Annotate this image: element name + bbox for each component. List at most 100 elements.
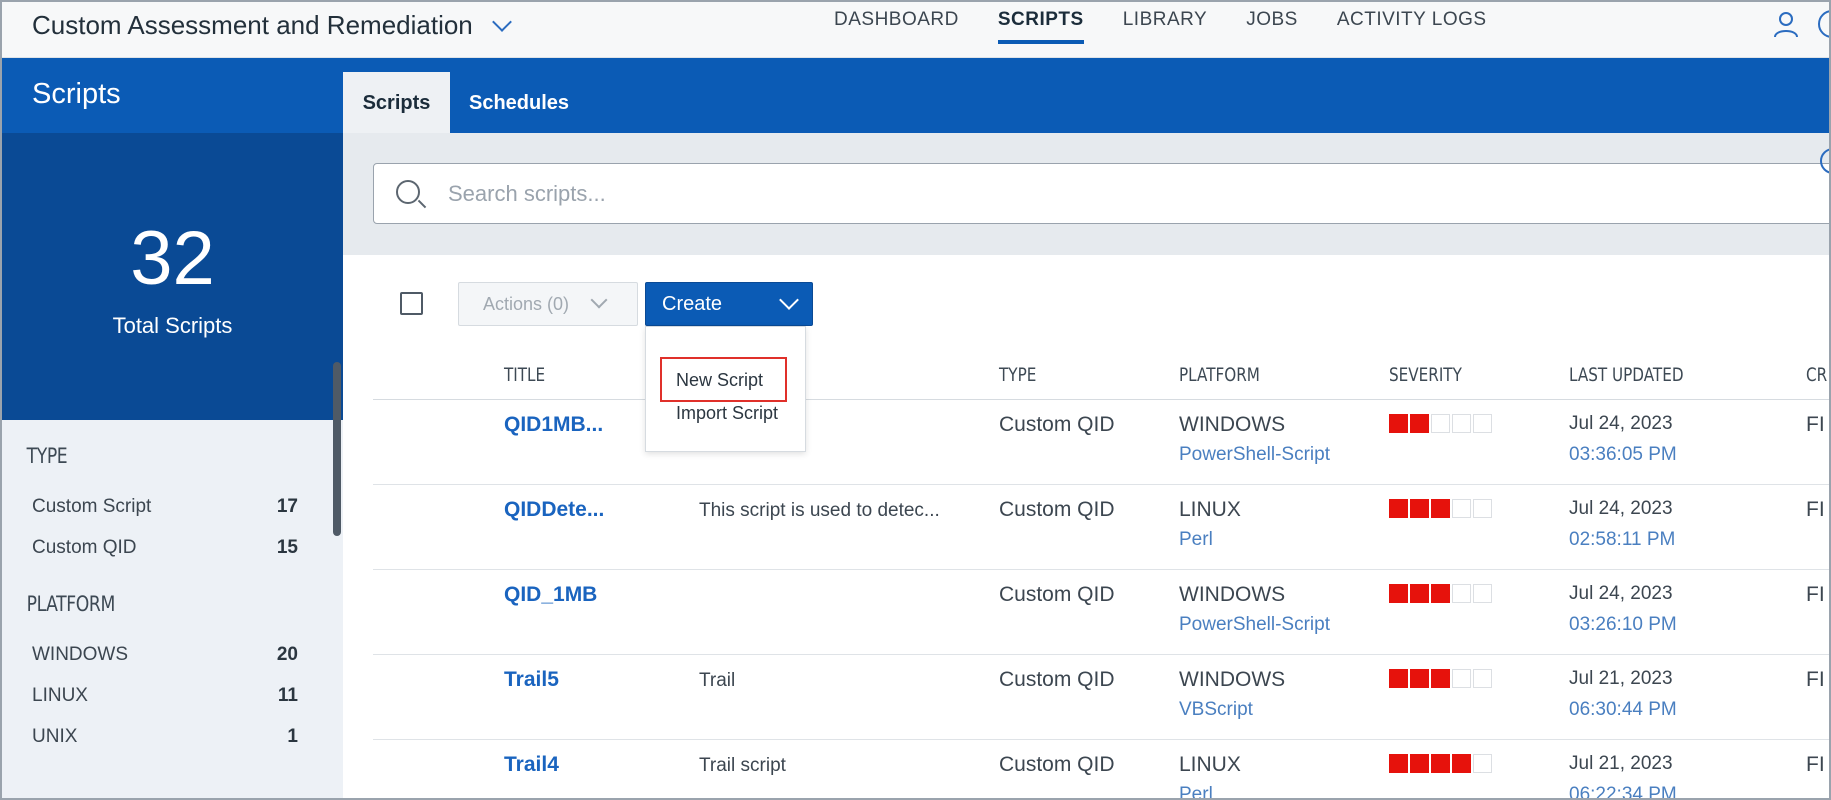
search-box <box>373 163 1831 224</box>
facet-item-custom-script[interactable]: Custom Script 17 <box>2 486 343 527</box>
script-type: Custom QID <box>999 668 1115 691</box>
severity-block <box>1431 754 1450 773</box>
table-row[interactable]: QIDDete... This script is used to detec..… <box>373 485 1831 570</box>
tab-bar: Scripts Schedules <box>343 58 1831 133</box>
menu-item-import-script[interactable]: Import Script <box>676 403 778 424</box>
severity-block <box>1410 414 1429 433</box>
table-header: TITLE TYPE PLATFORM SEVERITY LAST UPDATE… <box>373 352 1831 400</box>
last-updated-date: Jul 21, 2023 <box>1569 668 1673 689</box>
column-severity[interactable]: SEVERITY <box>1389 364 1462 386</box>
create-menu: New Script Import Script <box>645 326 806 452</box>
create-label: Create <box>662 293 723 315</box>
created-by: FI <box>1806 583 1825 606</box>
column-type[interactable]: TYPE <box>999 364 1036 386</box>
column-last-updated[interactable]: LAST UPDATED <box>1569 364 1684 386</box>
severity-indicator <box>1389 584 1492 603</box>
severity-block <box>1389 499 1408 518</box>
script-type: Custom QID <box>999 753 1115 776</box>
table-row[interactable]: QID_1MB Custom QID WINDOWS PowerShell-Scrip… <box>373 570 1831 655</box>
sidebar: Scripts 32 Total Scripts TYPE Custom Scr… <box>2 58 343 800</box>
user-icon[interactable] <box>1772 10 1800 38</box>
total-scripts-panel: 32 Total Scripts <box>2 133 343 420</box>
table-row[interactable]: QID1MB... Custom QID WINDOWS PowerShell-Scr… <box>373 400 1831 485</box>
column-platform[interactable]: PLATFORM <box>1179 364 1260 386</box>
script-language: Perl <box>1179 784 1213 800</box>
severity-indicator <box>1389 754 1492 773</box>
chevron-down-icon[interactable] <box>491 11 512 32</box>
severity-block <box>1452 669 1471 688</box>
facet-title: PLATFORM <box>26 592 116 616</box>
severity-block <box>1452 499 1471 518</box>
severity-block <box>1473 414 1492 433</box>
column-title[interactable]: TITLE <box>504 364 545 386</box>
app-title: Custom Assessment and Remediation <box>32 10 473 40</box>
facet-item-count: 1 <box>287 725 298 747</box>
script-platform: LINUX <box>1179 498 1241 521</box>
severity-block <box>1473 584 1492 603</box>
app-switcher[interactable]: Custom Assessment and Remediation <box>32 10 512 41</box>
facet-platform: PLATFORM WINDOWS 20 LINUX 11 UNIX 1 <box>2 568 343 757</box>
facet-item-label: LINUX <box>32 684 88 706</box>
facet-item-label: UNIX <box>32 725 78 747</box>
search-input[interactable] <box>448 176 1748 212</box>
sidebar-heading: Scripts <box>2 58 343 133</box>
created-by: FI <box>1806 498 1825 521</box>
script-type: Custom QID <box>999 583 1115 606</box>
script-language: Perl <box>1179 529 1213 550</box>
tab-scripts[interactable]: Scripts <box>343 72 450 133</box>
severity-block <box>1410 499 1429 518</box>
table-row[interactable]: Trail5 Trail Custom QID WINDOWS VBScript Jul … <box>373 655 1831 740</box>
nav-activity-logs[interactable]: ACTIVITY LOGS <box>1337 0 1487 44</box>
table-row[interactable]: Trail4 Trail script Custom QID LINUX Perl Jul… <box>373 740 1831 800</box>
search-area <box>343 133 1831 255</box>
create-button[interactable]: Create <box>645 282 813 326</box>
severity-block <box>1452 414 1471 433</box>
facet-item-label: WINDOWS <box>32 643 129 665</box>
severity-block <box>1410 584 1429 603</box>
script-title-link[interactable]: QIDDete... <box>504 498 604 522</box>
last-updated-date: Jul 24, 2023 <box>1569 583 1673 604</box>
script-description: Trail <box>699 670 736 691</box>
facet-item-windows[interactable]: WINDOWS 20 <box>2 634 343 675</box>
facet-type: TYPE Custom Script 17 Custom QID 15 <box>2 420 343 568</box>
facet-title: TYPE <box>26 444 68 468</box>
last-updated-date: Jul 24, 2023 <box>1569 413 1673 434</box>
last-updated-time: 02:58:11 PM <box>1569 529 1676 550</box>
script-platform: WINDOWS <box>1179 413 1286 436</box>
menu-item-new-script[interactable]: New Script <box>660 357 787 402</box>
column-created[interactable]: CR <box>1806 364 1827 386</box>
severity-block <box>1452 584 1471 603</box>
script-platform: WINDOWS <box>1179 583 1286 606</box>
severity-block <box>1452 754 1471 773</box>
last-updated-time: 06:30:44 PM <box>1569 699 1677 720</box>
nav-library[interactable]: LIBRARY <box>1123 0 1207 44</box>
actions-button[interactable]: Actions (0) <box>458 282 638 326</box>
help-icon[interactable] <box>1818 10 1831 38</box>
script-language: PowerShell-Script <box>1179 614 1330 635</box>
facet-item-count: 20 <box>276 643 298 665</box>
facet-item-label: Custom Script <box>32 495 152 517</box>
facet-item-linux[interactable]: LINUX 11 <box>2 675 343 716</box>
nav-dashboard[interactable]: DASHBOARD <box>834 0 959 44</box>
top-bar: Custom Assessment and Remediation DASHBO… <box>0 0 1831 58</box>
severity-block <box>1389 754 1408 773</box>
facet-item-custom-qid[interactable]: Custom QID 15 <box>2 527 343 568</box>
select-all-checkbox[interactable] <box>400 292 423 315</box>
script-title-link[interactable]: QID1MB... <box>504 413 603 437</box>
facet-item-count: 15 <box>276 536 298 558</box>
nav-scripts[interactable]: SCRIPTS <box>997 0 1084 44</box>
main-nav: DASHBOARD SCRIPTS LIBRARY JOBS ACTIVITY … <box>834 0 1526 58</box>
facet-item-unix[interactable]: UNIX 1 <box>2 716 343 757</box>
script-title-link[interactable]: Trail5 <box>504 668 559 692</box>
search-icon <box>396 180 420 204</box>
sidebar-scrollbar[interactable] <box>333 362 341 536</box>
tab-schedules[interactable]: Schedules <box>469 72 569 133</box>
facet-item-count: 11 <box>277 684 298 706</box>
severity-block <box>1473 499 1492 518</box>
created-by: FI <box>1806 753 1825 776</box>
script-title-link[interactable]: Trail4 <box>504 753 559 777</box>
chevron-down-icon <box>590 291 608 309</box>
nav-jobs[interactable]: JOBS <box>1246 0 1298 44</box>
script-title-link[interactable]: QID_1MB <box>504 583 597 607</box>
severity-block <box>1431 499 1450 518</box>
